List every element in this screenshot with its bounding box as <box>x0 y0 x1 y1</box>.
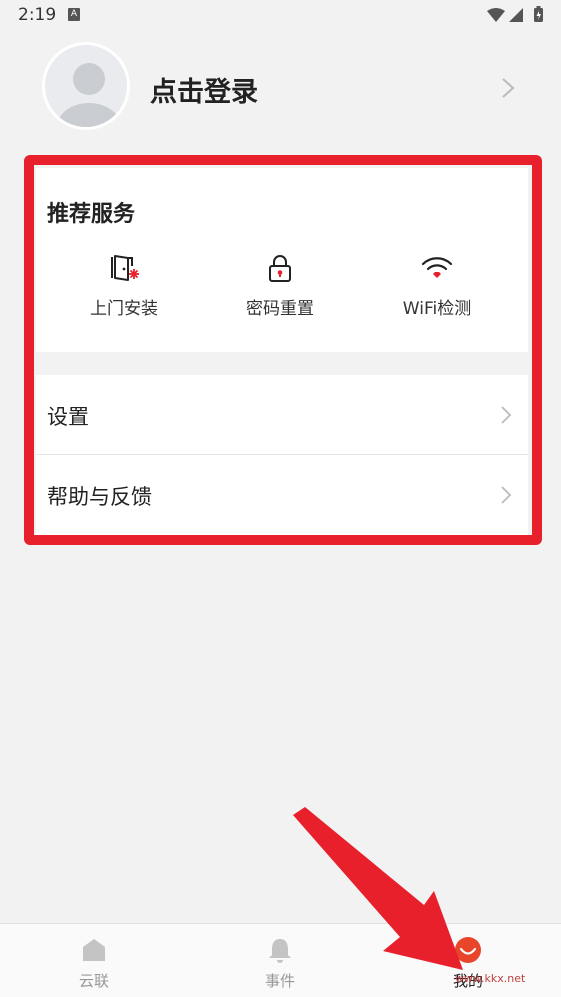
menu-item-label: 帮助与反馈 <box>47 485 152 509</box>
tab-events[interactable]: 事件 <box>230 932 330 994</box>
service-label: 密码重置 <box>246 299 314 319</box>
door-install-icon <box>111 255 139 281</box>
service-wifi-check[interactable]: WiFi检测 <box>377 248 497 328</box>
nav-label: 事件 <box>264 972 295 990</box>
service-label: WiFi检测 <box>402 299 472 319</box>
wifi-status-icon <box>487 8 505 22</box>
lock-icon <box>269 255 291 282</box>
login-label[interactable]: 点击登录 <box>150 70 258 109</box>
menu-item-settings[interactable]: 设置 <box>36 375 528 455</box>
status-time: 2:19 <box>18 5 57 25</box>
default-user-icon <box>57 63 121 127</box>
menu-item-help-feedback[interactable]: 帮助与反馈 <box>36 455 528 535</box>
tab-yunlian[interactable]: 云联 <box>44 932 144 994</box>
bell-icon <box>269 939 291 963</box>
status-icons <box>487 6 543 22</box>
status-bar: 2:19 A <box>0 0 561 32</box>
service-password-reset[interactable]: 密码重置 <box>220 248 340 328</box>
menu-item-label: 设置 <box>47 405 89 429</box>
bottom-nav: 云联 事件 我的 <box>0 923 561 997</box>
services-title: 推荐服务 <box>47 202 136 227</box>
signal-icon <box>509 8 523 22</box>
chevron-right-icon <box>501 406 512 424</box>
home-icon <box>83 939 105 961</box>
chevron-right-icon[interactable] <box>500 77 516 99</box>
wifi-icon <box>421 257 453 278</box>
notification-a-icon: A <box>68 8 80 21</box>
service-label: 上门安装 <box>90 299 158 319</box>
smiley-icon <box>455 937 481 963</box>
service-door-install[interactable]: 上门安装 <box>64 248 184 328</box>
chevron-right-icon <box>501 486 512 504</box>
avatar[interactable] <box>42 42 130 130</box>
watermark: www.kkx.net <box>455 972 526 985</box>
nav-label: 云联 <box>78 972 109 990</box>
